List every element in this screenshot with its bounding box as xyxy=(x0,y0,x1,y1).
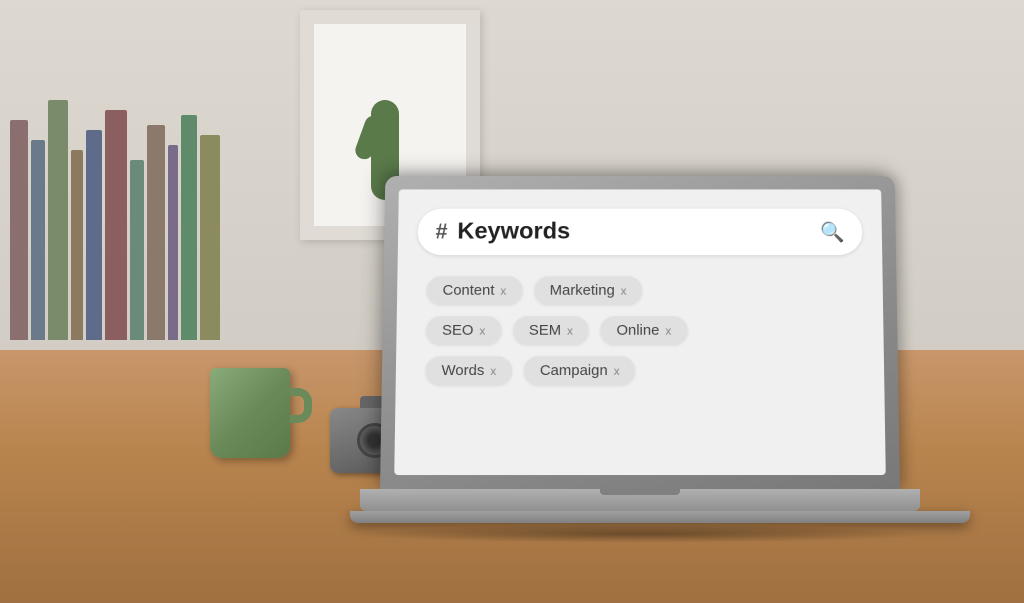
tag-seo-remove[interactable]: x xyxy=(479,324,485,338)
tag-campaign[interactable]: Campaign x xyxy=(524,356,636,385)
book-11 xyxy=(200,135,220,340)
tags-row-1: Content x Marketing x xyxy=(427,276,854,304)
tag-content[interactable]: Content x xyxy=(427,276,523,304)
tag-words[interactable]: Words x xyxy=(425,356,512,385)
tag-seo[interactable]: SEO x xyxy=(426,316,501,344)
tag-campaign-label: Campaign xyxy=(540,362,608,379)
tag-sem-remove[interactable]: x xyxy=(567,324,573,338)
tag-online-remove[interactable]: x xyxy=(665,324,671,338)
laptop-lid: # Keywords 🔍 Content x xyxy=(380,176,900,489)
tag-campaign-remove[interactable]: x xyxy=(614,364,620,378)
book-6 xyxy=(105,110,127,340)
laptop-bottom xyxy=(350,511,970,523)
tag-marketing-label: Marketing xyxy=(550,282,615,299)
mug-body xyxy=(210,368,290,458)
laptop-shadow xyxy=(350,525,930,543)
book-2 xyxy=(31,140,45,340)
tag-words-label: Words xyxy=(441,362,484,379)
tag-content-remove[interactable]: x xyxy=(500,284,506,298)
book-8 xyxy=(147,125,165,340)
search-bar[interactable]: # Keywords 🔍 xyxy=(417,209,862,255)
tag-online[interactable]: Online x xyxy=(601,316,688,344)
tags-area: Content x Marketing x SEO xyxy=(415,270,864,390)
tag-content-label: Content xyxy=(442,282,494,299)
book-7 xyxy=(130,160,144,340)
book-1 xyxy=(10,120,28,340)
tag-marketing[interactable]: Marketing x xyxy=(534,276,643,304)
books-decoration xyxy=(0,20,220,340)
laptop-screen: # Keywords 🔍 Content x xyxy=(394,189,886,475)
hash-icon: # xyxy=(435,219,447,244)
tag-marketing-remove[interactable]: x xyxy=(621,284,627,298)
laptop-base xyxy=(360,489,920,511)
laptop-screen-wrapper: # Keywords 🔍 Content x xyxy=(380,176,900,489)
coffee-mug xyxy=(210,368,300,473)
tag-sem[interactable]: SEM x xyxy=(513,316,589,344)
tag-online-label: Online xyxy=(616,322,659,339)
search-input-display: Keywords xyxy=(457,218,810,245)
book-3 xyxy=(48,100,68,340)
laptop: # Keywords 🔍 Content x xyxy=(350,169,930,543)
tag-sem-label: SEM xyxy=(529,322,561,339)
book-5 xyxy=(86,130,102,340)
mug-handle xyxy=(290,388,312,423)
tag-words-remove[interactable]: x xyxy=(490,364,496,378)
scene: # Keywords 🔍 Content x xyxy=(0,0,1024,603)
tag-seo-label: SEO xyxy=(442,322,474,339)
tags-row-3: Words x Campaign x xyxy=(425,356,854,385)
book-9 xyxy=(168,145,178,340)
book-10 xyxy=(181,115,197,340)
search-icon[interactable]: 🔍 xyxy=(820,220,845,244)
book-4 xyxy=(71,150,83,340)
tags-row-2: SEO x SEM x Online x xyxy=(426,316,854,344)
